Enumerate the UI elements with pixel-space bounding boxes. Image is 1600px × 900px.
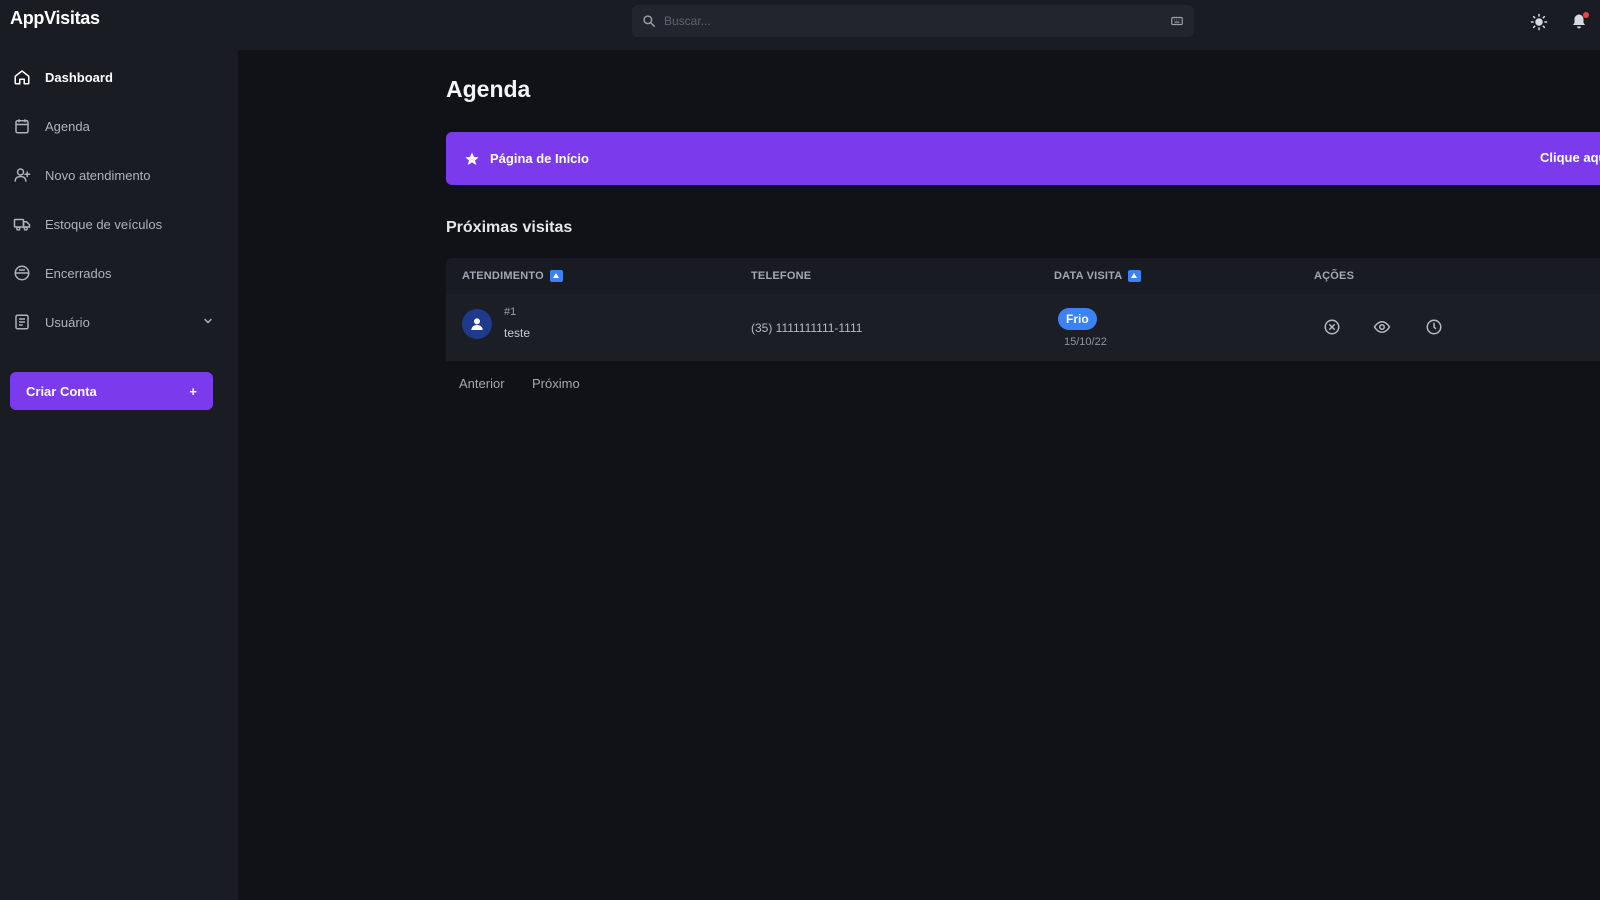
create-account-label: Criar Conta — [26, 383, 97, 399]
sidebar-item-label: Estoque de veículos — [45, 216, 163, 232]
section-title: Próximas visitas — [446, 219, 573, 236]
clock-icon[interactable] — [1423, 316, 1445, 338]
visits-table: ATENDIMENTO TELEFONE DATA VISITA AÇÕES #… — [446, 258, 1600, 361]
row-date: 15/10/22 — [1064, 336, 1107, 348]
column-header-label: DATA VISITA — [1054, 270, 1123, 282]
search-bar[interactable] — [632, 5, 1194, 37]
status-badge: Frio — [1058, 308, 1097, 330]
sidebar-item-label: Dashboard — [45, 69, 113, 85]
banner-link[interactable]: Clique aqui — [1540, 150, 1600, 165]
search-input[interactable] — [656, 5, 1170, 37]
banner-label: Página de Início — [490, 151, 589, 166]
row-name: teste — [504, 326, 531, 340]
calendar-icon — [12, 116, 32, 136]
column-header-label: TELEFONE — [751, 270, 812, 282]
sidebar-item-dashboard[interactable]: Dashboard — [0, 59, 238, 95]
sun-icon[interactable] — [1528, 11, 1550, 33]
row-id: #1 — [504, 306, 517, 318]
bell-icon[interactable] — [1568, 11, 1590, 33]
column-header-atendimento[interactable]: ATENDIMENTO — [462, 270, 563, 282]
sidebar-item-encerrados[interactable]: Encerrados — [0, 255, 238, 291]
archive-icon — [12, 263, 32, 283]
keyboard-icon[interactable] — [1170, 14, 1184, 28]
previous-page-link[interactable]: Anterior — [459, 376, 505, 391]
user-icon — [471, 318, 483, 330]
search-icon — [643, 15, 655, 27]
home-banner[interactable]: Página de Início Clique aqui — [446, 132, 1600, 185]
cancel-visit-icon[interactable] — [1321, 316, 1343, 338]
column-header-telefone: TELEFONE — [751, 270, 811, 282]
column-header-label: AÇÕES — [1314, 270, 1355, 282]
sidebar-item-novo-atendimento[interactable]: Novo atendimento — [0, 157, 238, 193]
page-title: Agenda — [446, 76, 531, 102]
sidebar-item-label: Encerrados — [45, 265, 112, 281]
plus-icon: + — [189, 383, 197, 399]
star-icon — [465, 151, 479, 165]
column-header-label: ATENDIMENTO — [462, 270, 544, 282]
sidebar-item-label: Agenda — [45, 118, 90, 134]
chevron-down-icon[interactable] — [202, 315, 214, 327]
create-account-button[interactable]: Criar Conta + — [10, 372, 213, 410]
avatar — [462, 309, 492, 339]
sidebar-item-usuario[interactable]: Usuário — [0, 304, 238, 340]
car-icon — [12, 214, 32, 234]
home-icon — [12, 67, 32, 87]
sidebar-item-estoque[interactable]: Estoque de veículos — [0, 206, 238, 242]
sort-icon[interactable] — [549, 270, 563, 282]
sidebar: Dashboard Agenda Novo atendimento Estoqu… — [0, 50, 238, 900]
column-header-acoes: AÇÕES — [1314, 270, 1354, 282]
sidebar-item-label: Novo atendimento — [45, 167, 151, 183]
column-header-data-visita[interactable]: DATA VISITA — [1054, 270, 1142, 282]
next-page-link[interactable]: Próximo — [532, 376, 580, 391]
users-icon — [12, 312, 32, 332]
view-icon[interactable] — [1371, 316, 1393, 338]
sort-icon[interactable] — [1128, 270, 1142, 282]
brand-logo[interactable]: AppVisitas — [10, 8, 100, 29]
user-plus-icon — [12, 165, 32, 185]
table-row[interactable]: #1 teste (35) 1111111111-1111 Frio 15/10… — [446, 294, 1600, 361]
row-phone: (35) 1111111111-1111 — [751, 321, 863, 335]
top-bar: AppVisitas — [0, 0, 1600, 50]
notification-dot — [1583, 12, 1589, 18]
sidebar-item-label: Usuário — [45, 314, 90, 330]
sidebar-item-agenda[interactable]: Agenda — [0, 108, 238, 144]
